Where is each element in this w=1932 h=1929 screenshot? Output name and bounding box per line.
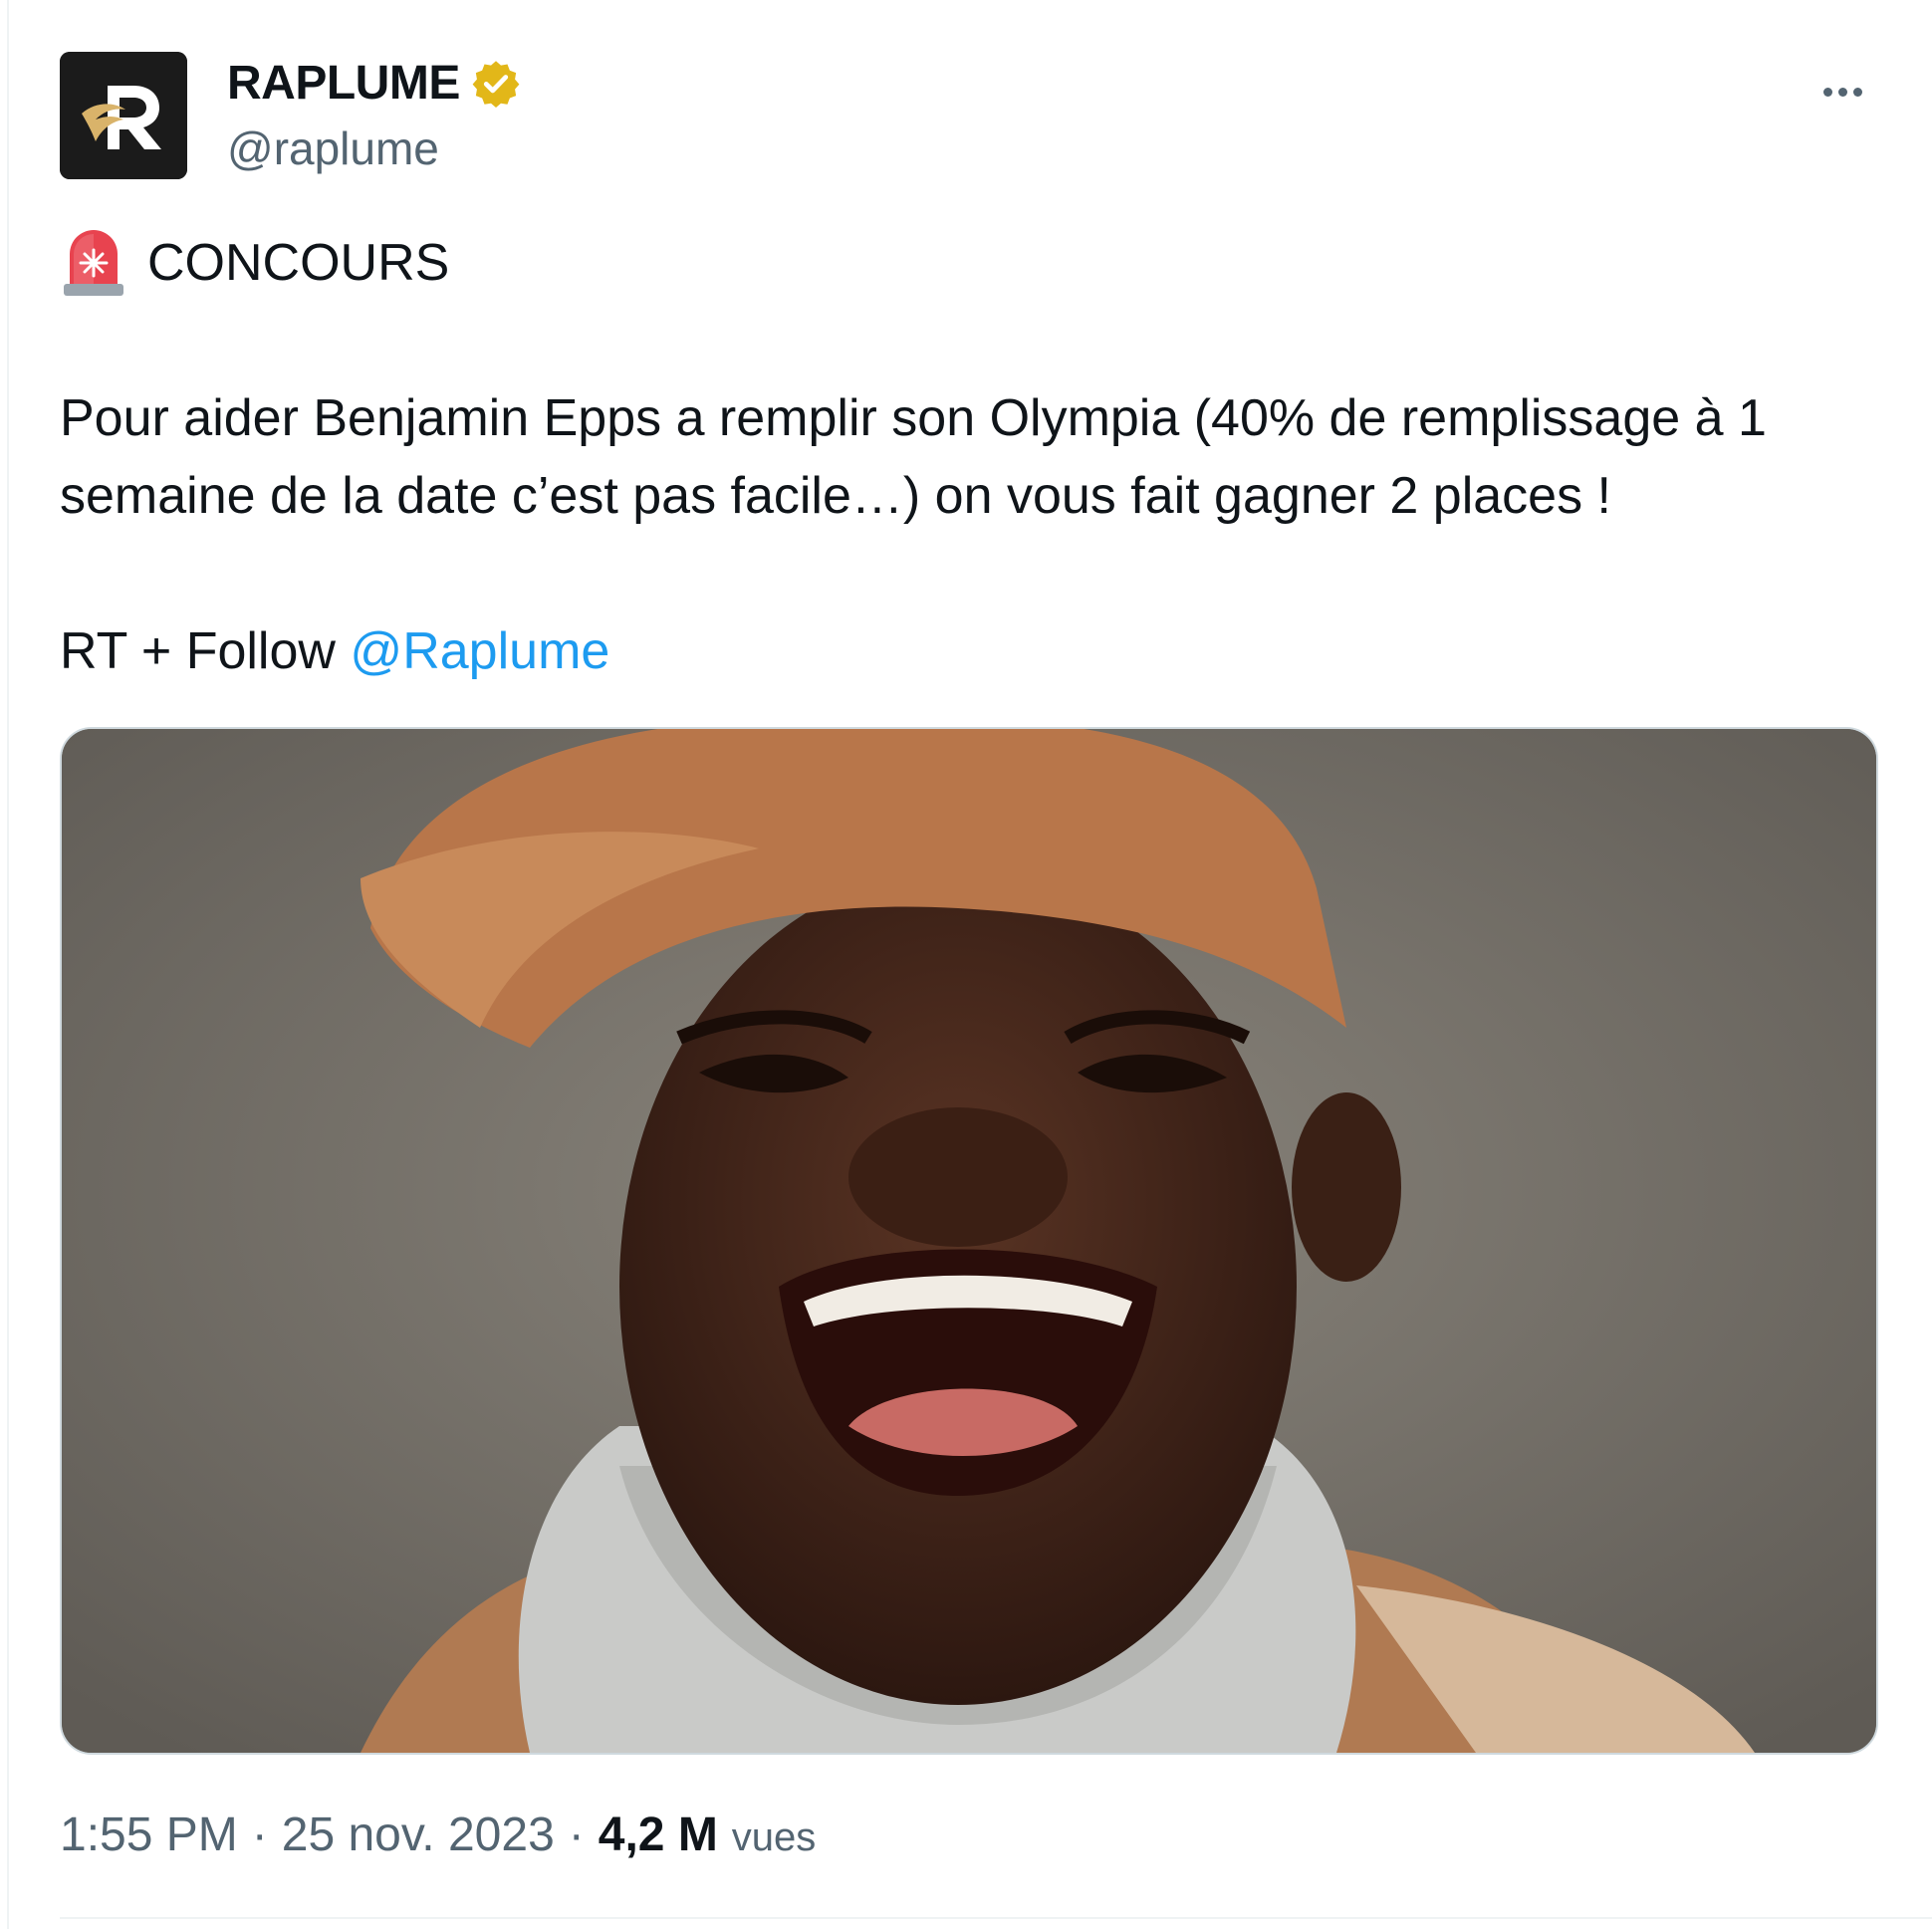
tweet-time[interactable]: 1:55 PM [60, 1808, 238, 1862]
tweet-text: CONCOURS Pour aider Benjamin Epps a remp… [60, 224, 1882, 690]
views-label: vues [731, 1815, 817, 1859]
tweet-title-line: CONCOURS [60, 224, 1882, 302]
tweet-header: RAPLUME @raplume [60, 52, 1872, 181]
views-count[interactable]: 4,2 M [599, 1808, 718, 1862]
tweet-title: CONCOURS [147, 234, 450, 292]
portrait-photo [62, 729, 1876, 1753]
mention-link[interactable]: @Raplume [350, 622, 609, 680]
verified-badge-icon [472, 60, 520, 108]
more-horizontal-icon[interactable] [1812, 72, 1872, 112]
avatar[interactable] [60, 52, 187, 179]
meta-separator: · [251, 1808, 268, 1861]
tweet-cta: RT + Follow @Raplume [60, 612, 1882, 690]
handle[interactable]: @raplume [227, 121, 439, 175]
cta-text: RT + Follow [60, 622, 351, 680]
meta-separator: · [568, 1808, 585, 1861]
divider [60, 1917, 1932, 1919]
rotating-light-emoji [64, 230, 123, 296]
timeline-border [7, 0, 9, 1929]
display-name[interactable]: RAPLUME [227, 56, 522, 111]
tweet-paragraph: Pour aider Benjamin Epps a remplir son O… [60, 389, 1767, 525]
tweet-date[interactable]: 25 nov. 2023 [282, 1808, 555, 1862]
tweet-meta: 1:55 PM · 25 nov. 2023 · 4,2 M vues [60, 1808, 816, 1862]
tweet-photo[interactable] [60, 727, 1878, 1755]
display-name-text[interactable]: RAPLUME [227, 56, 460, 111]
